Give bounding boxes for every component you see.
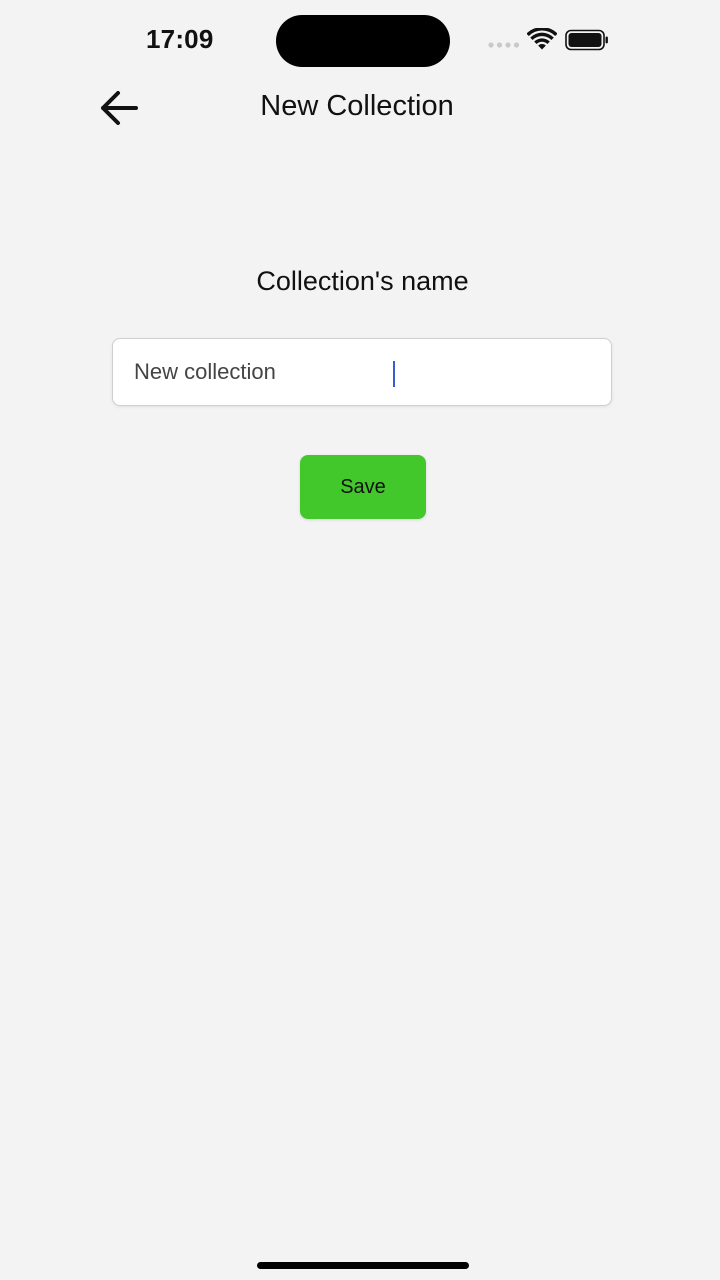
page-title: New Collection — [260, 90, 454, 122]
back-button[interactable] — [96, 86, 142, 130]
collection-name-field[interactable] — [112, 338, 612, 406]
home-indicator[interactable] — [257, 1262, 469, 1269]
collection-name-input[interactable] — [113, 339, 611, 405]
status-bar: 17:09 — [0, 0, 720, 80]
battery-icon — [565, 29, 608, 51]
dynamic-island — [276, 15, 450, 67]
save-button[interactable]: Save — [300, 455, 426, 519]
arrow-left-icon — [101, 91, 138, 125]
collection-name-label: Collection's name — [256, 266, 469, 296]
wifi-icon — [527, 28, 557, 50]
navigation-bar: New Collection — [0, 80, 720, 136]
status-time: 17:09 — [146, 24, 214, 54]
cellular-signal-dots-icon — [488, 42, 520, 48]
text-caret — [393, 361, 395, 387]
